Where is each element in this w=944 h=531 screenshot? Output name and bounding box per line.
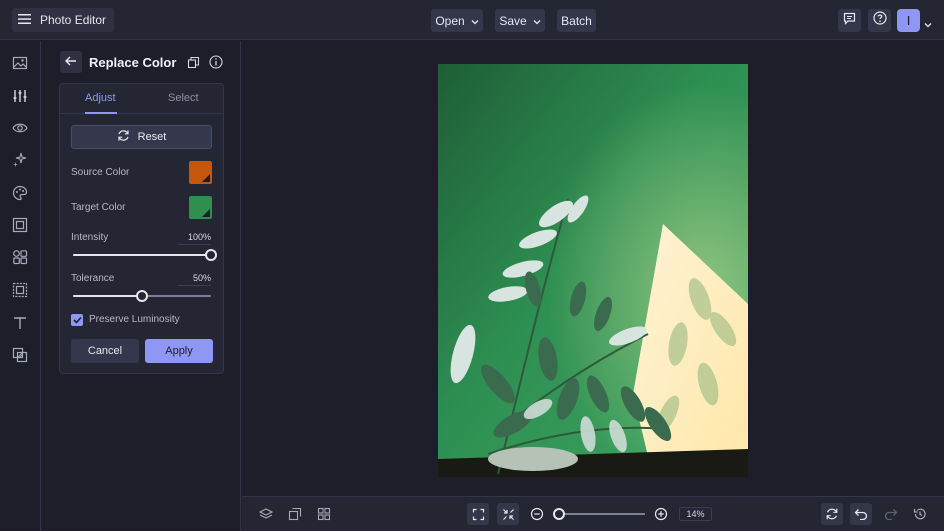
target-color-swatch[interactable]: [189, 196, 212, 219]
history-icon[interactable]: [909, 503, 931, 525]
info-icon[interactable]: [209, 55, 223, 69]
reset-button[interactable]: Reset: [71, 125, 212, 149]
intensity-label: Intensity: [71, 232, 109, 243]
compare-icon[interactable]: [284, 503, 306, 525]
preserve-luminosity-label[interactable]: Preserve Luminosity: [89, 314, 180, 325]
zoom-slider[interactable]: [553, 513, 645, 515]
chat-bubble-icon: [843, 12, 856, 30]
frame-icon[interactable]: [11, 216, 29, 234]
texture-frame-icon[interactable]: [11, 281, 29, 299]
copy-icon[interactable]: [186, 55, 200, 69]
photo-plant-on-green-wall[interactable]: [438, 64, 748, 477]
photo-editor-app: Photo Editor Open Save Batch I Replace C…: [0, 0, 944, 531]
panel-title: Replace Color: [89, 55, 177, 70]
layers-icon[interactable]: [255, 503, 277, 525]
tab-adjust[interactable]: Adjust: [85, 92, 116, 104]
graphics-icon[interactable]: [11, 248, 29, 266]
rotate-sync-icon[interactable]: [821, 503, 843, 525]
tolerance-label: Tolerance: [71, 273, 115, 284]
text-icon[interactable]: [11, 314, 29, 332]
checkmark-icon: [72, 311, 82, 329]
overlay-icon[interactable]: [11, 346, 29, 364]
app-title: Photo Editor: [40, 13, 107, 27]
refresh-icon: [117, 129, 130, 145]
question-circle-icon: [872, 11, 887, 30]
redo-icon[interactable]: [880, 503, 902, 525]
intensity-slider-thumb[interactable]: [205, 249, 217, 261]
batch-button[interactable]: Batch: [557, 9, 596, 32]
app-menu-button[interactable]: Photo Editor: [12, 8, 115, 32]
chevron-down-icon: [533, 14, 541, 28]
cancel-button[interactable]: Cancel: [71, 339, 139, 363]
fit-to-screen-icon[interactable]: [467, 503, 489, 525]
avatar[interactable]: I: [897, 9, 920, 32]
help-button[interactable]: [868, 9, 891, 32]
intensity-slider[interactable]: [73, 249, 217, 261]
zoom-in-icon[interactable]: [650, 503, 672, 525]
apply-button[interactable]: Apply: [145, 339, 213, 363]
adjust-sliders-icon[interactable]: [11, 87, 29, 105]
eye-icon[interactable]: [11, 119, 29, 137]
zoom-slider-thumb[interactable]: [553, 508, 565, 520]
source-color-swatch[interactable]: [189, 161, 212, 184]
open-menu-button[interactable]: Open: [431, 9, 483, 32]
feedback-button[interactable]: [838, 9, 861, 32]
preserve-luminosity-checkbox[interactable]: [71, 314, 83, 326]
save-menu-button[interactable]: Save: [495, 9, 545, 32]
target-color-label: Target Color: [71, 202, 126, 213]
tolerance-slider-thumb[interactable]: [136, 290, 148, 302]
tolerance-slider[interactable]: [73, 290, 211, 302]
intensity-slider-fill: [73, 254, 211, 256]
grid-view-icon[interactable]: [313, 503, 335, 525]
active-tab-indicator: [85, 112, 117, 114]
paint-palette-icon[interactable]: [11, 184, 29, 202]
source-color-label: Source Color: [71, 167, 130, 178]
chevron-down-icon: [471, 14, 479, 28]
actual-size-icon[interactable]: [497, 503, 519, 525]
zoom-level[interactable]: 14%: [679, 507, 712, 521]
sparkle-effects-icon[interactable]: [11, 151, 29, 169]
intensity-value[interactable]: 100%: [178, 232, 211, 245]
hamburger-menu-icon: [18, 13, 32, 28]
avatar-initial: I: [906, 13, 911, 28]
back-button[interactable]: [60, 51, 82, 73]
chevron-down-icon[interactable]: [924, 15, 932, 33]
zoom-out-icon[interactable]: [526, 503, 548, 525]
top-bar: Photo Editor Open Save Batch I: [0, 0, 944, 40]
save-label: Save: [499, 13, 527, 28]
batch-label: Batch: [561, 13, 592, 28]
tolerance-slider-fill: [73, 295, 142, 297]
arrow-left-icon: [65, 53, 77, 71]
tolerance-value[interactable]: 50%: [178, 273, 211, 286]
replace-color-card: Adjust Select Reset Source Color Target …: [59, 83, 224, 374]
open-label: Open: [435, 13, 465, 28]
undo-icon[interactable]: [850, 503, 872, 525]
image-icon[interactable]: [11, 54, 29, 72]
reset-label: Reset: [137, 131, 167, 143]
tab-select[interactable]: Select: [168, 92, 199, 104]
